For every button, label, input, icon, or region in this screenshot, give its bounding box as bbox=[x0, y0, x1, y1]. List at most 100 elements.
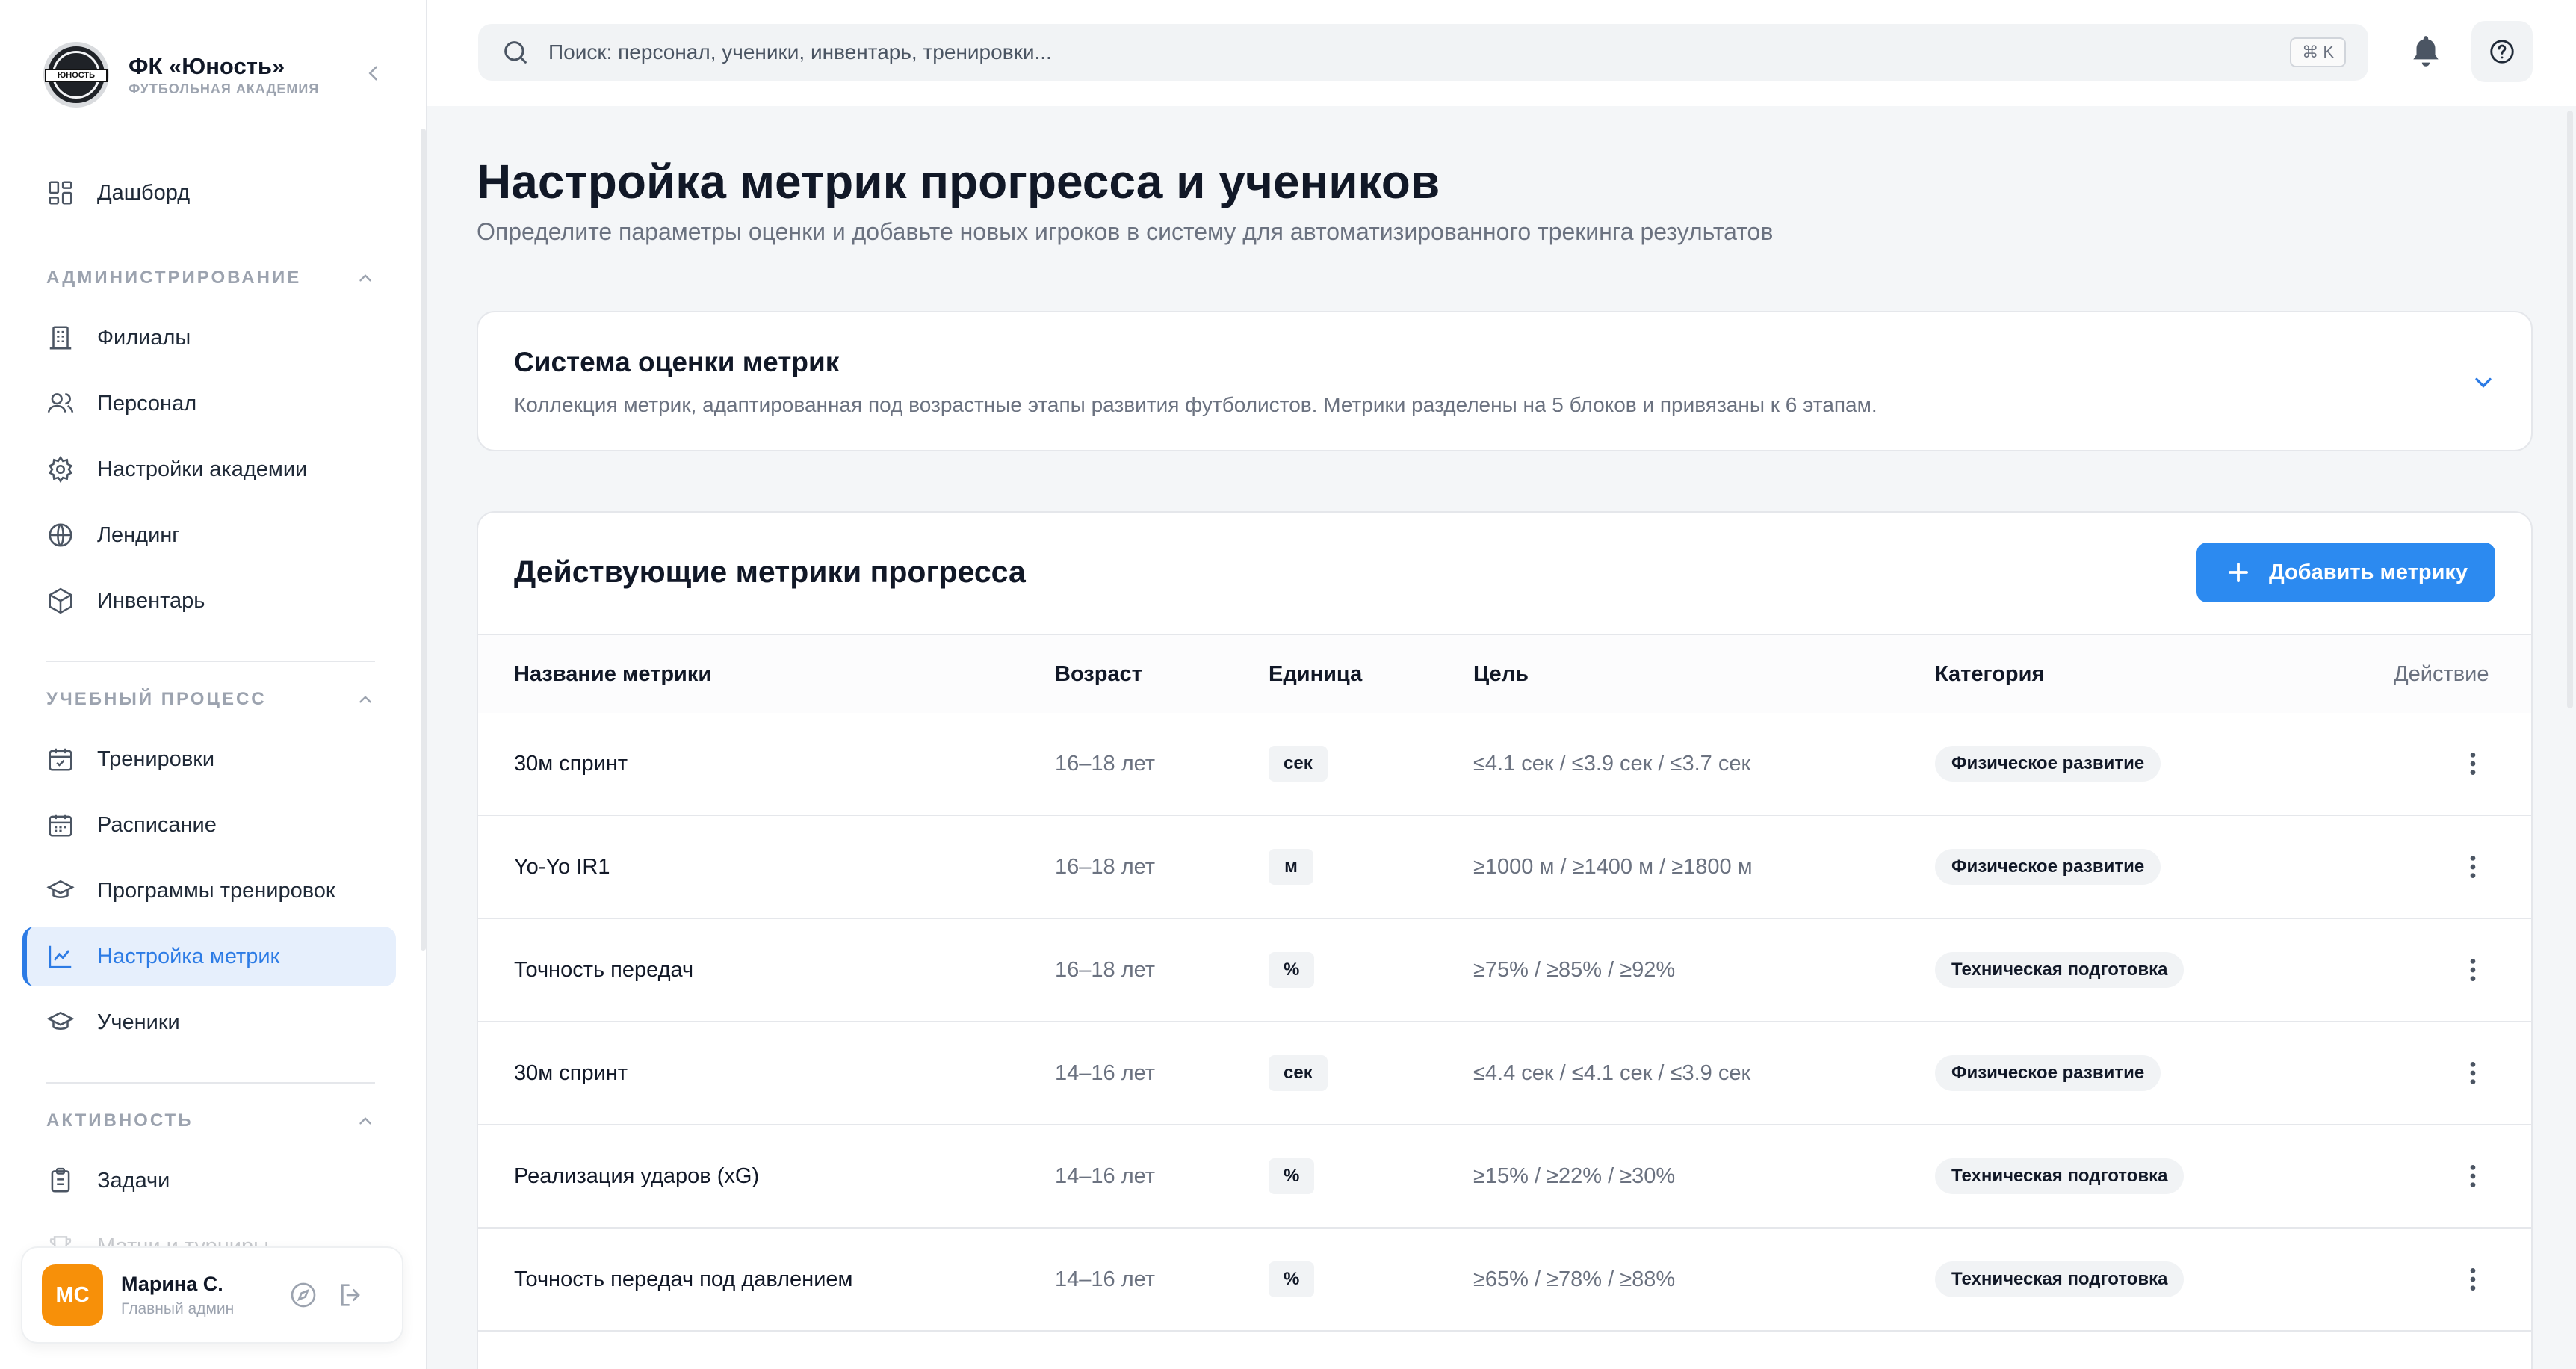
column-header-unit[interactable]: Единица bbox=[1269, 662, 1362, 687]
row-actions-button[interactable] bbox=[2458, 713, 2488, 815]
category-badge: Физическое развитие bbox=[1935, 849, 2161, 885]
column-header-name[interactable]: Название метрики bbox=[514, 662, 711, 687]
dashboard-icon bbox=[49, 181, 72, 205]
chart-line-icon bbox=[49, 945, 72, 968]
metric-age: 16–18 лет bbox=[1055, 957, 1156, 982]
column-header-category[interactable]: Категория bbox=[1935, 662, 2044, 687]
sidebar-item-label: Настройка метрик bbox=[97, 944, 280, 968]
unit-badge: сек bbox=[1269, 746, 1328, 782]
sidebar-item-dashboard[interactable]: Дашборд bbox=[22, 163, 396, 223]
column-header-age[interactable]: Возраст bbox=[1055, 662, 1142, 687]
metric-name: Точность передач bbox=[514, 957, 694, 982]
add-metric-button[interactable]: Добавить метрику bbox=[2196, 543, 2495, 602]
user-card: МС Марина С. Главный админ bbox=[21, 1246, 403, 1344]
evaluation-system-card[interactable]: Система оценки метрик Коллекция метрик, … bbox=[477, 311, 2533, 451]
graduation-cap-icon bbox=[46, 1011, 75, 1030]
topbar: ⌘ K bbox=[427, 0, 2576, 106]
brand[interactable]: ЮНОСТЬ ФК «Юность» ФУТБОЛЬНАЯ АКАДЕМИЯ bbox=[43, 39, 387, 111]
club-logo: ЮНОСТЬ bbox=[43, 42, 109, 108]
table-row[interactable]: Точность передач 16–18 лет % ≥75% / ≥85%… bbox=[478, 919, 2531, 1022]
more-vertical-icon bbox=[2470, 856, 2476, 878]
plus-icon bbox=[2228, 563, 2248, 582]
card-description: Коллекция метрик, адаптированная под воз… bbox=[514, 393, 1877, 416]
metric-name: 30м спринт bbox=[514, 751, 628, 776]
sidebar-item-label: Лендинг bbox=[97, 522, 180, 547]
table-row[interactable]: 30м спринт 14–16 лет сек ≤4.4 сек / ≤4.1… bbox=[478, 1022, 2531, 1125]
sidebar-item-branches[interactable]: Филиалы bbox=[22, 308, 396, 368]
section-learning[interactable]: УЧЕБНЫЙ ПРОЦЕСС bbox=[46, 684, 375, 714]
chevron-up-icon bbox=[359, 696, 371, 703]
sidebar-item-label: Дашборд bbox=[97, 180, 191, 205]
sidebar-item-label: Инвентарь bbox=[97, 588, 205, 613]
sidebar-item-tasks[interactable]: Задачи bbox=[22, 1151, 396, 1211]
clipboard-icon bbox=[51, 1167, 70, 1193]
sidebar-item-label: Филиалы bbox=[97, 325, 191, 350]
table-row[interactable]: Yo-Yo IR1 16–18 лет м ≥1000 м / ≥1400 м … bbox=[478, 816, 2531, 919]
sidebar-item-landing[interactable]: Лендинг bbox=[22, 505, 396, 565]
section-activity[interactable]: АКТИВНОСТЬ bbox=[46, 1106, 375, 1136]
chevron-down-icon[interactable] bbox=[2470, 369, 2497, 396]
metric-age: 16–18 лет bbox=[1055, 854, 1156, 879]
sidebar-item-metrics-settings[interactable]: Настройка метрик bbox=[22, 927, 396, 986]
metrics-table-card: Действующие метрики прогресса Добавить м… bbox=[477, 511, 2533, 1369]
help-button[interactable] bbox=[2471, 21, 2533, 82]
column-header-action: Действие bbox=[2394, 662, 2489, 686]
bell-icon[interactable] bbox=[2407, 33, 2445, 70]
page-title: Настройка метрик прогресса и учеников bbox=[477, 155, 1440, 208]
page-subtitle: Определите параметры оценки и добавьте н… bbox=[477, 218, 1774, 245]
sidebar-item-label: Задачи bbox=[97, 1168, 170, 1193]
metric-goal: ≥15% / ≥22% / ≥30% bbox=[1473, 1164, 1676, 1188]
row-actions-button[interactable] bbox=[2458, 1022, 2488, 1124]
unit-badge: % bbox=[1269, 1261, 1315, 1297]
table-title: Действующие метрики прогресса bbox=[514, 554, 1026, 589]
sidebar-item-label: Настройки академии bbox=[97, 457, 308, 481]
sidebar-item-label: Ученики bbox=[97, 1010, 180, 1034]
unit-badge: % bbox=[1269, 952, 1315, 988]
search-icon bbox=[504, 41, 527, 64]
metric-goal: ≤4.1 сек / ≤3.9 сек / ≤3.7 сек bbox=[1473, 751, 1751, 776]
metric-goal: ≥1000 м / ≥1400 м / ≥1800 м bbox=[1473, 854, 1753, 879]
sidebar-item-label: Расписание bbox=[97, 812, 217, 837]
sidebar-item-inventory[interactable]: Инвентарь bbox=[22, 571, 396, 631]
compass-icon[interactable] bbox=[288, 1280, 318, 1310]
sidebar-item-trainings[interactable]: Тренировки bbox=[22, 729, 396, 789]
row-actions-button[interactable] bbox=[2458, 816, 2488, 918]
sidebar-scrollbar[interactable] bbox=[421, 129, 426, 951]
sidebar-item-schedule[interactable]: Расписание bbox=[22, 795, 396, 855]
metric-age: 14–16 лет bbox=[1055, 1060, 1156, 1085]
table-header: Название метрики Возраст Единица Цель Ка… bbox=[478, 634, 2531, 713]
logout-icon[interactable] bbox=[336, 1280, 366, 1310]
table-row[interactable]: Точность передач под давлением 14–16 лет… bbox=[478, 1229, 2531, 1332]
sidebar-item-label: Персонал bbox=[97, 391, 197, 415]
page-scrollbar[interactable] bbox=[2567, 111, 2573, 708]
search-input[interactable] bbox=[548, 40, 2192, 64]
sidebar-divider bbox=[46, 1082, 375, 1084]
collapse-sidebar-icon[interactable] bbox=[363, 63, 384, 84]
metric-age: 14–16 лет bbox=[1055, 1164, 1156, 1188]
sidebar-item-students[interactable]: Ученики bbox=[22, 992, 396, 1052]
sidebar-item-academy-settings[interactable]: Настройки академии bbox=[22, 439, 396, 499]
row-actions-button[interactable] bbox=[2458, 1229, 2488, 1330]
category-badge: Техническая подготовка bbox=[1935, 1158, 2185, 1194]
section-administration[interactable]: АДМИНИСТРИРОВАНИЕ bbox=[46, 263, 375, 293]
sidebar: ЮНОСТЬ ФК «Юность» ФУТБОЛЬНАЯ АКАДЕМИЯ Д… bbox=[0, 0, 427, 1369]
metric-name: Реализация ударов (xG) bbox=[514, 1164, 760, 1188]
unit-badge: % bbox=[1269, 1158, 1315, 1194]
sidebar-item-staff[interactable]: Персонал bbox=[22, 374, 396, 433]
row-actions-button[interactable] bbox=[2458, 1125, 2488, 1227]
chevron-up-icon bbox=[359, 274, 371, 282]
table-row[interactable]: Реализация ударов (xG) 14–16 лет % ≥15% … bbox=[478, 1125, 2531, 1229]
building-icon bbox=[49, 326, 72, 350]
shortcut-hint: ⌘ K bbox=[2290, 37, 2346, 67]
column-header-goal[interactable]: Цель bbox=[1473, 662, 1529, 687]
search-bar[interactable]: ⌘ K bbox=[478, 24, 2368, 81]
gear-icon bbox=[48, 455, 73, 483]
card-title: Система оценки метрик bbox=[514, 347, 840, 377]
table-row[interactable]: 30м спринт 16–18 лет сек ≤4.1 сек / ≤3.9… bbox=[478, 713, 2531, 816]
sidebar-divider bbox=[46, 661, 375, 662]
avatar[interactable]: МС bbox=[42, 1264, 103, 1326]
sidebar-item-programs[interactable]: Программы тренировок bbox=[22, 861, 396, 921]
category-badge: Техническая подготовка bbox=[1935, 952, 2185, 988]
more-vertical-icon bbox=[2470, 959, 2476, 981]
row-actions-button[interactable] bbox=[2458, 919, 2488, 1021]
